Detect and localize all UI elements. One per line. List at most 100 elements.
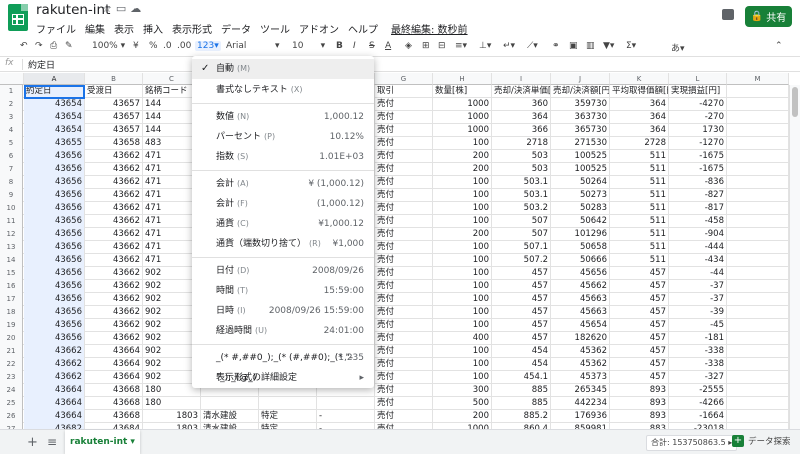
row-header[interactable]: 5 bbox=[0, 137, 23, 150]
cell-k[interactable]: 457 bbox=[610, 345, 669, 358]
cell-g[interactable]: 売付 bbox=[375, 267, 433, 280]
cell-k[interactable]: 364 bbox=[610, 111, 669, 124]
menu-file[interactable]: ファイル bbox=[36, 21, 76, 36]
cell-i[interactable]: 売却/決済単価[円] bbox=[492, 85, 551, 98]
cell-h[interactable]: 500 bbox=[433, 397, 492, 410]
cell-h[interactable]: 300 bbox=[433, 384, 492, 397]
cell-c[interactable]: 1803 bbox=[143, 410, 201, 423]
cell-k[interactable]: 511 bbox=[610, 228, 669, 241]
share-button[interactable]: 🔒 共有 bbox=[745, 6, 792, 27]
cell-b[interactable]: 43664 bbox=[85, 345, 143, 358]
cell-j[interactable]: 100525 bbox=[551, 163, 610, 176]
cell-j[interactable]: 100525 bbox=[551, 150, 610, 163]
cell-i[interactable]: 503.2 bbox=[492, 202, 551, 215]
cell-m[interactable] bbox=[727, 241, 789, 254]
cell-b[interactable]: 43662 bbox=[85, 241, 143, 254]
cell-b[interactable]: 43662 bbox=[85, 267, 143, 280]
currency-format-button[interactable]: ¥ bbox=[133, 41, 139, 51]
cell-l[interactable]: -327 bbox=[669, 371, 727, 384]
cell-g[interactable]: 売付 bbox=[375, 111, 433, 124]
cell-j[interactable]: 50273 bbox=[551, 189, 610, 202]
cell-g[interactable]: 売付 bbox=[375, 358, 433, 371]
cell-l[interactable]: -444 bbox=[669, 241, 727, 254]
cell-a[interactable]: 43656 bbox=[24, 280, 85, 293]
sheet-grid[interactable]: ABCDEFGHIJKLM1約定日受渡日銘柄コード取引数量[株]売却/決済単価[… bbox=[0, 73, 800, 429]
cell-i[interactable]: 503 bbox=[492, 163, 551, 176]
cell-l[interactable]: -270 bbox=[669, 111, 727, 124]
cell-a[interactable]: 43654 bbox=[24, 124, 85, 137]
row-header[interactable]: 3 bbox=[0, 111, 23, 124]
cell-j[interactable]: 45362 bbox=[551, 358, 610, 371]
cell-a[interactable]: 43664 bbox=[24, 384, 85, 397]
cell-i[interactable]: 454 bbox=[492, 358, 551, 371]
cell-i[interactable]: 507.2 bbox=[492, 254, 551, 267]
format-menu-item[interactable]: 日付 (D) 2008/09/26 bbox=[192, 261, 374, 281]
cell-k[interactable]: 893 bbox=[610, 397, 669, 410]
cell-i[interactable]: 457 bbox=[492, 332, 551, 345]
cell-l[interactable]: -827 bbox=[669, 189, 727, 202]
cell-b[interactable]: 43662 bbox=[85, 254, 143, 267]
sum-indicator[interactable]: 合計: 153750863.5 ▸ bbox=[646, 435, 738, 451]
cell-g[interactable]: 売付 bbox=[375, 254, 433, 267]
cell-m[interactable] bbox=[727, 384, 789, 397]
cell-a[interactable]: 43656 bbox=[24, 189, 85, 202]
cell-b[interactable]: 43668 bbox=[85, 397, 143, 410]
cell-b[interactable]: 43662 bbox=[85, 319, 143, 332]
cell-l[interactable]: -458 bbox=[669, 215, 727, 228]
cell-j[interactable]: 365730 bbox=[551, 124, 610, 137]
cell-j[interactable]: 363730 bbox=[551, 111, 610, 124]
scrollbar-thumb[interactable] bbox=[792, 87, 798, 117]
cell-g[interactable]: 売付 bbox=[375, 163, 433, 176]
cell-k[interactable]: 457 bbox=[610, 332, 669, 345]
cell-b[interactable]: 43662 bbox=[85, 215, 143, 228]
cell-k[interactable]: 511 bbox=[610, 163, 669, 176]
cell-h[interactable]: 100 bbox=[433, 306, 492, 319]
cell-l[interactable]: -39 bbox=[669, 306, 727, 319]
print-icon[interactable]: ⎙ bbox=[50, 41, 57, 51]
insert-comment-icon[interactable]: ▣ bbox=[569, 41, 578, 51]
cell-a[interactable]: 43664 bbox=[24, 397, 85, 410]
cell-g[interactable]: 売付 bbox=[375, 137, 433, 150]
cell-j[interactable]: 50264 bbox=[551, 176, 610, 189]
cell-j[interactable]: 101296 bbox=[551, 228, 610, 241]
cell-g[interactable]: 売付 bbox=[375, 293, 433, 306]
cell-j[interactable]: 359730 bbox=[551, 98, 610, 111]
insert-link-icon[interactable]: ⚭ bbox=[552, 41, 560, 51]
cell-j[interactable]: 45373 bbox=[551, 371, 610, 384]
row-header[interactable]: 24 bbox=[0, 384, 23, 397]
menu-data[interactable]: データ bbox=[221, 21, 251, 36]
cell-h[interactable]: 100 bbox=[433, 241, 492, 254]
column-header-g[interactable]: G bbox=[375, 73, 433, 85]
cell-l[interactable]: -1675 bbox=[669, 163, 727, 176]
last-edit-link[interactable]: 最終編集: 数秒前 bbox=[391, 21, 468, 36]
row-header[interactable]: 12 bbox=[0, 228, 23, 241]
cell-l[interactable]: -817 bbox=[669, 202, 727, 215]
cell-h[interactable]: 100 bbox=[433, 176, 492, 189]
cell-g[interactable]: 売付 bbox=[375, 189, 433, 202]
cell-b[interactable]: 43657 bbox=[85, 98, 143, 111]
cell-b[interactable]: 43668 bbox=[85, 384, 143, 397]
cell-l[interactable]: -836 bbox=[669, 176, 727, 189]
row-header[interactable]: 20 bbox=[0, 332, 23, 345]
select-all-corner[interactable] bbox=[0, 73, 24, 85]
row-header[interactable]: 14 bbox=[0, 254, 23, 267]
cell-l[interactable]: -338 bbox=[669, 358, 727, 371]
text-wrap-icon[interactable]: ↵▾ bbox=[503, 41, 515, 51]
cell-g[interactable]: 売付 bbox=[375, 202, 433, 215]
column-header-h[interactable]: H bbox=[433, 73, 492, 85]
row-header[interactable]: 15 bbox=[0, 267, 23, 280]
cell-k[interactable]: 平均取得価額[円] bbox=[610, 85, 669, 98]
cell-m[interactable] bbox=[727, 124, 789, 137]
sheets-logo-icon[interactable] bbox=[8, 4, 28, 31]
cell-b[interactable]: 43657 bbox=[85, 111, 143, 124]
cell-h[interactable]: 100 bbox=[433, 345, 492, 358]
cell-b[interactable]: 43668 bbox=[85, 410, 143, 423]
cell-b[interactable]: 43662 bbox=[85, 189, 143, 202]
cell-a[interactable]: 43656 bbox=[24, 267, 85, 280]
cell-e[interactable]: 特定 bbox=[259, 410, 317, 423]
format-menu-item[interactable]: 会計 (A) ¥ (1,000.12) bbox=[192, 174, 374, 194]
row-header[interactable]: 4 bbox=[0, 124, 23, 137]
cell-l[interactable]: -181 bbox=[669, 332, 727, 345]
cell-g[interactable]: 売付 bbox=[375, 306, 433, 319]
cell-b[interactable]: 43662 bbox=[85, 280, 143, 293]
